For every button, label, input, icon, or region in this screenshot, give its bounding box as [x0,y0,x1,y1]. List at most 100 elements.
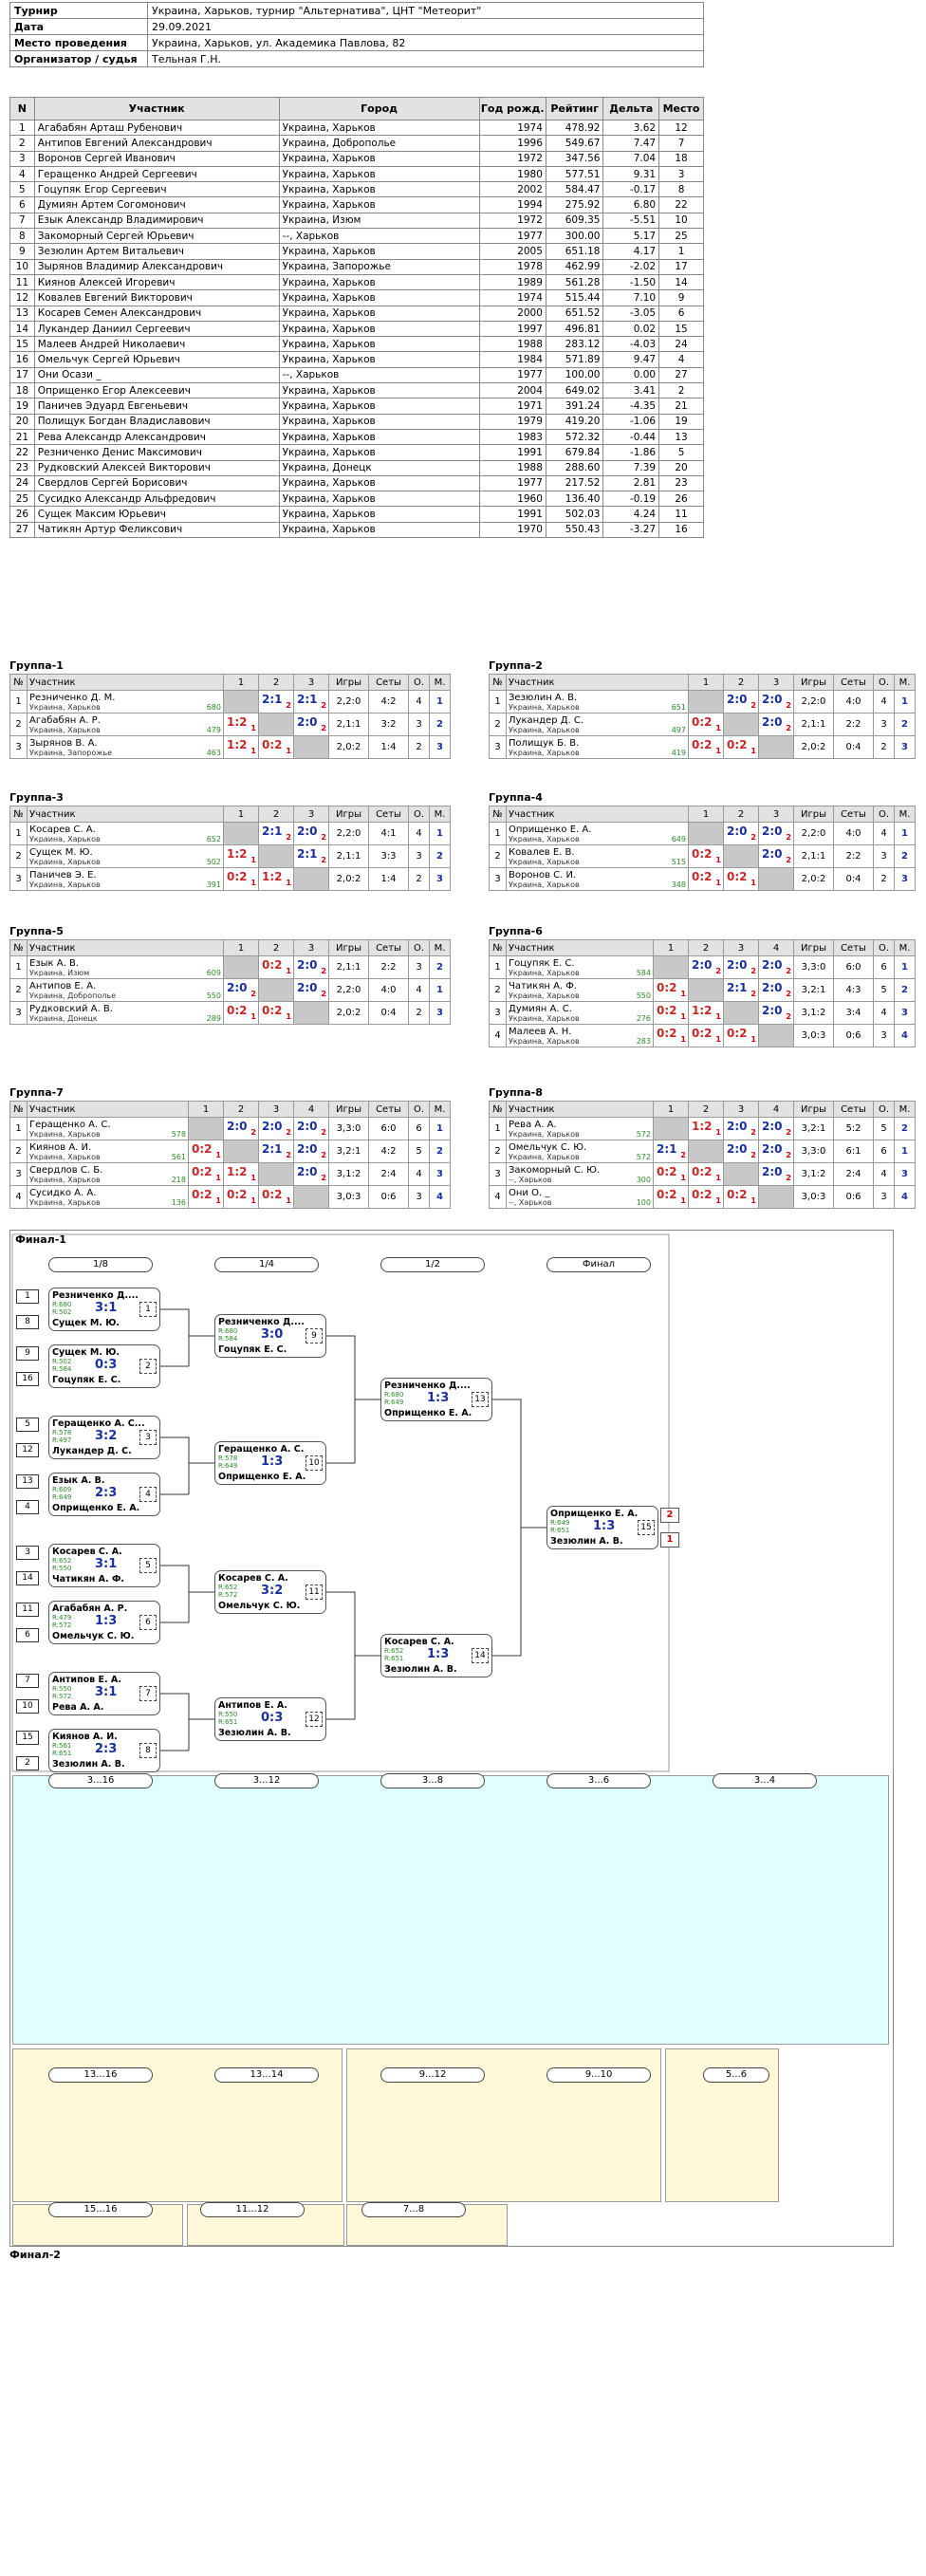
participant-cell: 20 [9,413,35,430]
match-score: 0:2 1 [691,736,721,755]
bracket-match: Антипов Е. А. R:550 R:651 0:3 12 Зезюлин А. В… [214,1697,326,1741]
info-value: Украина, Харьков, турнир "Альтернатива",… [147,2,704,19]
score-points: 2 [321,1128,326,1137]
match-score: 0:2 1 [726,868,756,887]
group-points: 6 [408,1117,430,1140]
participant-cell: Украина, Изюм [278,212,480,230]
score-points: 2 [715,967,721,975]
group-place: 1 [429,690,451,713]
group-points: 3 [408,955,430,979]
group-row-number: 3 [489,1162,507,1186]
group-sets: 4:1 [368,822,409,845]
score-cell: 0:2 1 [688,1162,724,1186]
score-cell: 2:0 2 [258,1117,294,1140]
match-rating-a: R:652 [218,1584,238,1591]
group-header: 3 [293,674,329,691]
match-score: 2:0 2 [226,1118,256,1137]
seed-number: 1 [16,1289,39,1304]
player-city: Украина, Харьков [509,748,580,757]
player-rating: 289 [206,1013,221,1023]
group-header: № [9,674,28,691]
score-value: 0:2 [192,1142,213,1156]
group-place: 2 [429,844,451,868]
player-city: Украина, Харьков [29,834,101,843]
participant-cell: Украина, Доброполье [278,135,480,152]
score-points: 1 [286,1196,291,1205]
group-header: Сеты [368,939,409,956]
match-score: 2:0 2 [761,1118,791,1137]
score-value: 0:2 [692,1165,713,1178]
score-cell: 2:0 2 [223,1117,259,1140]
group-header: 2 [258,674,294,691]
group-header: О. [873,806,895,823]
player-city: Украина, Харьков [509,834,580,843]
participant-cell: Украина, Харьков [278,181,480,198]
score-points: 2 [750,967,756,975]
score-value: 2:1 [657,1142,677,1156]
self-cell [293,1185,329,1209]
score-value: 0:2 [192,1165,213,1178]
participant-row: 5 Гоцупяк Егор Сергеевич Украина, Харьков 2… [9,181,704,198]
participant-cell: 14 [9,320,35,338]
seed-number: 2 [16,1756,39,1770]
self-cell [188,1117,224,1140]
participant-row: 25 Сусидко Александр Альфредович Украина, … [9,491,704,508]
score-points: 1 [715,724,721,732]
participant-cell: 16 [9,351,35,368]
participant-row: 27 Чатикян Артур Феликсович Украина, Харьк… [9,521,704,539]
match-player-b: Зезюлин А. В. [550,1536,623,1547]
participant-cell: Резниченко Денис Максимович [33,444,280,461]
score-cell: 2:0 2 [758,822,794,845]
score-points: 1 [715,1128,721,1137]
score-cell: 0:2 1 [223,1185,259,1209]
group-header: М. [894,806,916,823]
participant-cell: Зезюлин Артем Витальевич [33,243,280,260]
round-label: 3...16 [48,1773,153,1788]
group-header-row: № Участник 1 2 3 Игры Сеты О. М. [9,939,451,956]
score-value: 2:0 [762,1120,783,1133]
participant-cell: 0.02 [602,320,660,338]
group-row: 1 Резниченко Д. М. Украина, Харьков 680 2:1 2… [9,690,451,713]
score-points: 1 [680,1196,686,1205]
player-cell: Зезюлин А. В. Украина, Харьков 651 [506,690,689,713]
score-points: 2 [321,856,326,864]
player-name: Лукандер Д. С. [509,714,584,726]
player-name: Зезюлин А. В. [509,692,578,703]
participant-cell: 515.44 [545,289,604,306]
group-sets: 4:0 [833,822,874,845]
player-city-rating: --, Харьков 300 [509,1176,651,1184]
match-score: 2:0 2 [761,1002,791,1021]
score-points: 2 [786,724,791,732]
participant-cell: Украина, Харьков [278,150,480,167]
group-header-row: № Участник 1 2 3 4 Игры Сеты О. М. [489,939,916,956]
score-points: 2 [786,856,791,864]
score-points: 2 [250,1128,256,1137]
score-value: 0:2 [262,958,283,972]
player-name: Они О. _ [509,1187,550,1198]
score-points: 1 [715,1196,721,1205]
score-value: 2:1 [262,1142,283,1156]
player-rating: 550 [636,991,651,1000]
group-header: Участник [27,1101,189,1118]
match-score: 1:2 1 [691,1118,721,1137]
match-score: 2:1 2 [261,1140,291,1159]
match-rating-b: R:584 [52,1365,72,1373]
group-points: 5 [408,1140,430,1163]
player-rating: 584 [636,968,651,977]
match-number: 15 [638,1520,655,1535]
group-row: 1 Зезюлин А. В. Украина, Харьков 651 2:0 2 2:0… [489,690,916,713]
participant-cell: 6 [9,196,35,213]
final1-bracket: 1/8 1/4 1/2 Финал 3...16 3...12 3...8 3...6 3...… [9,1230,894,2247]
participant-cell: Геращенко Андрей Сергеевич [33,165,280,183]
group-games: 3,2:1 [328,1140,369,1163]
score-value: 2:0 [297,1142,318,1156]
score-points: 1 [286,879,291,887]
score-value: 0:2 [192,1188,213,1201]
group-row: 2 Антипов Е. А. Украина, Доброполье 550 2:0 2… [9,978,451,1002]
score-cell: 2:0 2 [293,1140,329,1163]
group-sets: 4:2 [368,1140,409,1163]
player-name: Рева А. А. [509,1119,557,1130]
match-player-b: Зезюлин А. В. [218,1728,291,1738]
group-header: 4 [758,939,794,956]
seed-number: 12 [16,1443,39,1457]
